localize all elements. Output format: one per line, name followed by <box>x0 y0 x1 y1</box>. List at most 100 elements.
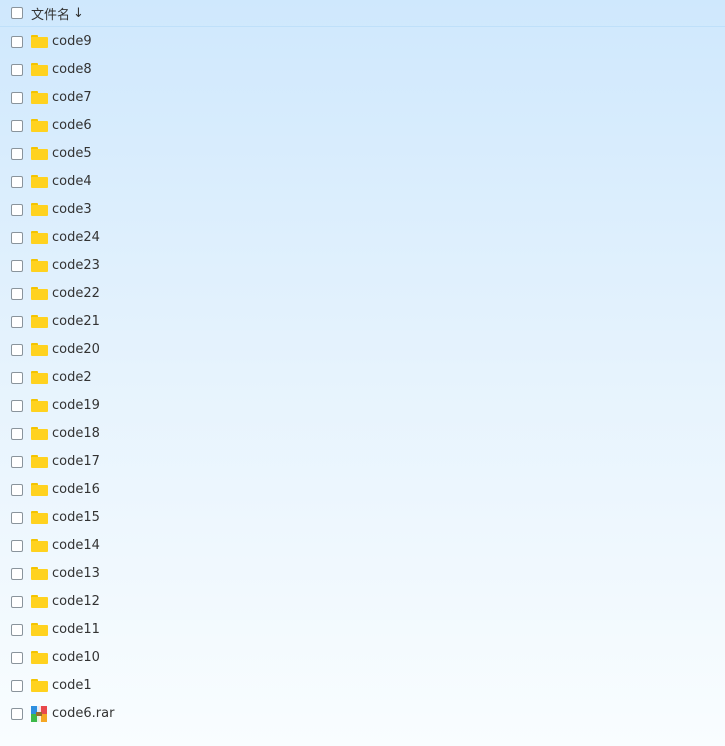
row-checkbox[interactable] <box>11 568 23 580</box>
file-row[interactable]: code15 <box>0 504 725 532</box>
folder-icon <box>31 287 48 300</box>
row-checkbox[interactable] <box>11 708 23 720</box>
folder-icon <box>31 399 48 412</box>
folder-icon <box>31 259 48 272</box>
file-row[interactable]: code2 <box>0 364 725 392</box>
file-name[interactable]: code7 <box>52 90 92 105</box>
folder-icon <box>31 679 48 692</box>
file-row[interactable]: code12 <box>0 588 725 616</box>
folder-icon <box>31 511 48 524</box>
row-checkbox[interactable] <box>11 512 23 524</box>
row-checkbox[interactable] <box>11 260 23 272</box>
file-row[interactable]: code14 <box>0 532 725 560</box>
file-row[interactable]: code22 <box>0 280 725 308</box>
file-name[interactable]: code11 <box>52 622 100 637</box>
file-row[interactable]: code5 <box>0 140 725 168</box>
file-row[interactable]: code20 <box>0 336 725 364</box>
row-checkbox[interactable] <box>11 652 23 664</box>
file-name[interactable]: code1 <box>52 678 92 693</box>
file-name[interactable]: code15 <box>52 510 100 525</box>
column-label-filename: 文件名 <box>31 8 71 23</box>
folder-icon <box>31 623 48 636</box>
file-name[interactable]: code14 <box>52 538 100 553</box>
file-row[interactable]: code16 <box>0 476 725 504</box>
file-row[interactable]: code21 <box>0 308 725 336</box>
file-name[interactable]: code5 <box>52 146 92 161</box>
file-row[interactable]: code6 <box>0 112 725 140</box>
file-rows: code9 code8 code7 code6 code5 code4 code3 code2… <box>0 28 725 728</box>
row-checkbox[interactable] <box>11 232 23 244</box>
file-name[interactable]: code10 <box>52 650 100 665</box>
file-name[interactable]: code22 <box>52 286 100 301</box>
row-checkbox[interactable] <box>11 344 23 356</box>
row-checkbox[interactable] <box>11 92 23 104</box>
file-name[interactable]: code18 <box>52 426 100 441</box>
row-checkbox[interactable] <box>11 176 23 188</box>
row-checkbox[interactable] <box>11 316 23 328</box>
file-row[interactable]: code19 <box>0 392 725 420</box>
folder-icon <box>31 203 48 216</box>
file-row[interactable]: code8 <box>0 56 725 84</box>
folder-icon <box>31 427 48 440</box>
file-row[interactable]: code1 <box>0 672 725 700</box>
folder-icon <box>31 483 48 496</box>
file-name[interactable]: code3 <box>52 202 92 217</box>
row-checkbox[interactable] <box>11 428 23 440</box>
row-checkbox[interactable] <box>11 680 23 692</box>
folder-icon <box>31 343 48 356</box>
folder-icon <box>31 91 48 104</box>
row-checkbox[interactable] <box>11 456 23 468</box>
file-name[interactable]: code9 <box>52 34 92 49</box>
rar-archive-icon <box>31 706 47 722</box>
folder-icon <box>31 595 48 608</box>
row-checkbox[interactable] <box>11 204 23 216</box>
file-name[interactable]: code2 <box>52 370 92 385</box>
file-row[interactable]: code17 <box>0 448 725 476</box>
file-row[interactable]: code18 <box>0 420 725 448</box>
row-checkbox[interactable] <box>11 540 23 552</box>
file-row[interactable]: code7 <box>0 84 725 112</box>
folder-icon <box>31 371 48 384</box>
file-name[interactable]: code6 <box>52 118 92 133</box>
file-row[interactable]: code4 <box>0 168 725 196</box>
file-row[interactable]: code13 <box>0 560 725 588</box>
file-row[interactable]: code10 <box>0 644 725 672</box>
folder-icon <box>31 315 48 328</box>
folder-icon <box>31 231 48 244</box>
file-name[interactable]: code4 <box>52 174 92 189</box>
file-name[interactable]: code19 <box>52 398 100 413</box>
folder-icon <box>31 147 48 160</box>
row-checkbox[interactable] <box>11 148 23 160</box>
row-checkbox[interactable] <box>11 64 23 76</box>
folder-icon <box>31 63 48 76</box>
file-row[interactable]: code23 <box>0 252 725 280</box>
row-checkbox[interactable] <box>11 400 23 412</box>
row-checkbox[interactable] <box>11 372 23 384</box>
row-checkbox[interactable] <box>11 288 23 300</box>
row-checkbox[interactable] <box>11 624 23 636</box>
row-checkbox[interactable] <box>11 36 23 48</box>
file-row[interactable]: code11 <box>0 616 725 644</box>
file-name[interactable]: code13 <box>52 566 100 581</box>
file-row[interactable]: code3 <box>0 196 725 224</box>
file-row[interactable]: code6.rar <box>0 700 725 728</box>
file-name[interactable]: code17 <box>52 454 100 469</box>
select-all-checkbox[interactable] <box>11 7 23 19</box>
folder-icon <box>31 567 48 580</box>
file-name[interactable]: code20 <box>52 342 100 357</box>
file-name[interactable]: code21 <box>52 314 100 329</box>
file-name[interactable]: code24 <box>52 230 100 245</box>
file-row[interactable]: code9 <box>0 28 725 56</box>
file-name[interactable]: code8 <box>52 62 92 77</box>
file-row[interactable]: code24 <box>0 224 725 252</box>
file-name[interactable]: code16 <box>52 482 100 497</box>
file-list-header: 文件名 ↓ <box>0 0 725 27</box>
sort-by-filename-header[interactable]: 文件名 ↓ <box>31 4 84 23</box>
file-name[interactable]: code12 <box>52 594 100 609</box>
row-checkbox[interactable] <box>11 596 23 608</box>
row-checkbox[interactable] <box>11 484 23 496</box>
row-checkbox[interactable] <box>11 120 23 132</box>
file-name[interactable]: code6.rar <box>52 706 114 721</box>
file-name[interactable]: code23 <box>52 258 100 273</box>
folder-icon <box>31 455 48 468</box>
